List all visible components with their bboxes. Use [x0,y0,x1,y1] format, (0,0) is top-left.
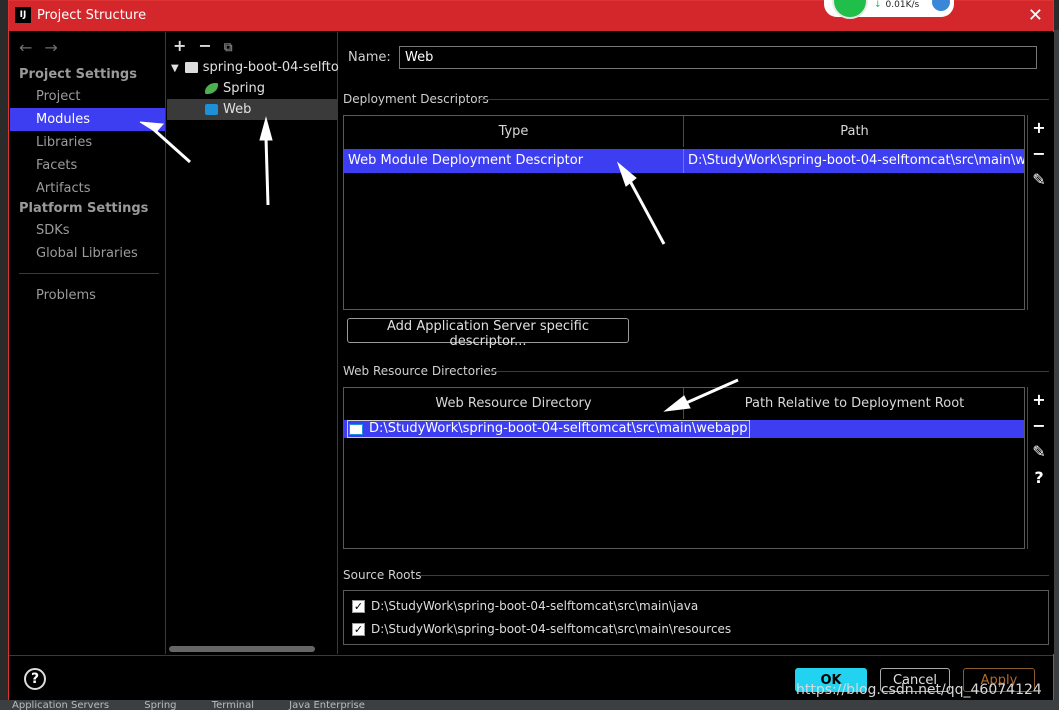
arrow-to-descriptor-shaft [628,180,666,245]
arrow-to-modules [139,121,165,133]
arrow-to-web [259,116,273,141]
arrow-to-descriptor [616,161,637,187]
arrow-to-modules-shaft [150,126,192,164]
arrow-to-webapp-shaft [685,378,739,405]
arrow-to-web-shaft [264,137,270,206]
annotation-arrows [139,116,739,412]
